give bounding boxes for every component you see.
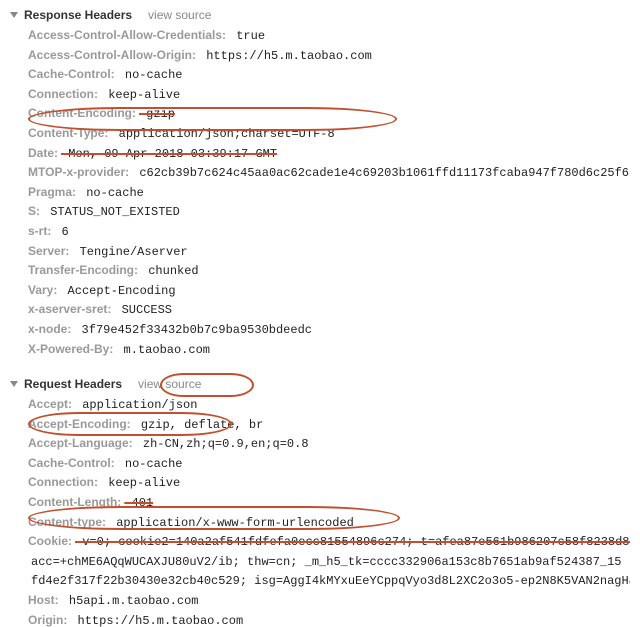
header-key: Connection: xyxy=(28,87,98,101)
request-headers-section: Request Headers view source Accept: appl… xyxy=(10,377,630,627)
header-row: Transfer-Encoding: chunked xyxy=(28,261,630,281)
header-key: Pragma: xyxy=(28,185,76,199)
header-value: https://h5.m.taobao.com xyxy=(196,49,372,63)
view-source-link[interactable]: view source xyxy=(138,377,201,391)
header-key: MTOP-x-provider: xyxy=(28,165,129,179)
header-value: c62cb39b7c624c45aa0ac62cade1e4c69203b106… xyxy=(129,166,630,180)
header-row: Cookie: v=0; cookie2=140a2af541fdfefa0ec… xyxy=(28,532,630,552)
header-value: no-cache xyxy=(76,186,144,200)
header-key: Content-Length: xyxy=(28,495,121,509)
header-key: Server: xyxy=(28,244,69,258)
header-value: chunked xyxy=(138,264,199,278)
header-value: no-cache xyxy=(115,457,183,471)
header-value: 401 xyxy=(121,496,153,510)
header-value: application/json xyxy=(72,398,197,412)
header-row: Content-Length: 401 xyxy=(28,493,630,513)
header-row: x-node: 3f79e452f33432b0b7c9ba9530bdeedc xyxy=(28,320,630,340)
response-headers-section: Response Headers view source Access-Cont… xyxy=(10,8,630,359)
header-value: m.taobao.com xyxy=(113,343,210,357)
header-key: Date: xyxy=(28,146,58,160)
header-value: v=0; cookie2=140a2af541fdfefa0ecc8155489… xyxy=(72,535,630,549)
header-value: STATUS_NOT_EXISTED xyxy=(40,205,180,219)
header-row: Connection: keep-alive xyxy=(28,85,630,105)
header-value: fd4e2f317f22b30430e32cb40c529; isg=AggI4… xyxy=(28,574,630,588)
header-key: Cache-Control: xyxy=(28,456,115,470)
header-key: Cookie: xyxy=(28,534,72,548)
header-value: application/x-www-form-urlencoded xyxy=(106,516,354,530)
header-value: gzip, deflate, br xyxy=(131,418,264,432)
header-value: acc=+chME6AQqWUCAXJU80uV2/ib; thw=cn; _m… xyxy=(28,555,622,569)
header-row: Vary: Accept-Encoding xyxy=(28,281,630,301)
header-row: Host: h5api.m.taobao.com xyxy=(28,591,630,611)
header-value: 3f79e452f33432b0b7c9ba9530bdeedc xyxy=(71,323,312,337)
header-key: Content-Type: xyxy=(28,126,108,140)
header-row: Content-Type: application/json;charset=U… xyxy=(28,124,630,144)
header-key: X-Powered-By: xyxy=(28,342,113,356)
header-value: SUCCESS xyxy=(111,303,172,317)
header-value: Tengine/Aserver xyxy=(69,245,187,259)
header-key: Access-Control-Allow-Credentials: xyxy=(28,28,226,42)
header-value: 6 xyxy=(51,225,68,239)
section-title: Request Headers xyxy=(24,377,122,391)
header-key: Access-Control-Allow-Origin: xyxy=(28,48,196,62)
header-row: Server: Tengine/Aserver xyxy=(28,242,630,262)
header-row: Content-Encoding: gzip xyxy=(28,104,630,124)
header-row: s-rt: 6 xyxy=(28,222,630,242)
header-value: keep-alive xyxy=(98,476,180,490)
header-row: Origin: https://h5.m.taobao.com xyxy=(28,611,630,627)
header-key: Cache-Control: xyxy=(28,67,115,81)
request-headers-list: Accept: application/jsonAccept-Encoding:… xyxy=(10,395,630,627)
header-key: Transfer-Encoding: xyxy=(28,263,138,277)
header-value: https://h5.m.taobao.com xyxy=(67,614,243,627)
chevron-down-icon xyxy=(10,381,18,387)
header-row: X-Powered-By: m.taobao.com xyxy=(28,340,630,360)
request-headers-toggle[interactable]: Request Headers view source xyxy=(10,377,630,391)
header-key: Connection: xyxy=(28,475,98,489)
header-key: Content-type: xyxy=(28,515,106,529)
header-row: x-aserver-sret: SUCCESS xyxy=(28,300,630,320)
header-key: Origin: xyxy=(28,613,67,627)
header-row: MTOP-x-provider: c62cb39b7c624c45aa0ac62… xyxy=(28,163,630,183)
header-value: Accept-Encoding xyxy=(57,284,175,298)
header-value: Mon, 09 Apr 2018 03:39:17 GMT xyxy=(58,147,277,161)
header-value: zh-CN,zh;q=0.9,en;q=0.8 xyxy=(133,437,309,451)
header-key: Content-Encoding: xyxy=(28,106,136,120)
header-row: acc=+chME6AQqWUCAXJU80uV2/ib; thw=cn; _m… xyxy=(28,552,630,572)
header-row: Pragma: no-cache xyxy=(28,183,630,203)
header-key: x-aserver-sret: xyxy=(28,302,111,316)
view-source-link[interactable]: view source xyxy=(148,8,211,22)
header-row: Cache-Control: no-cache xyxy=(28,65,630,85)
header-key: Host: xyxy=(28,593,59,607)
header-row: Connection: keep-alive xyxy=(28,473,630,493)
header-value: h5api.m.taobao.com xyxy=(59,594,199,608)
header-value: keep-alive xyxy=(98,88,180,102)
header-value: true xyxy=(226,29,265,43)
header-key: s-rt: xyxy=(28,224,51,238)
header-key: Accept-Language: xyxy=(28,436,133,450)
header-value: application/json;charset=UTF-8 xyxy=(108,127,334,141)
section-title: Response Headers xyxy=(24,8,132,22)
chevron-down-icon xyxy=(10,12,18,18)
header-value: gzip xyxy=(136,107,175,121)
header-row: Content-type: application/x-www-form-url… xyxy=(28,513,630,533)
header-row: Cache-Control: no-cache xyxy=(28,454,630,474)
header-key: S: xyxy=(28,204,40,218)
header-row: fd4e2f317f22b30430e32cb40c529; isg=AggI4… xyxy=(28,571,630,591)
response-headers-list: Access-Control-Allow-Credentials: trueAc… xyxy=(10,26,630,359)
header-row: Accept: application/json xyxy=(28,395,630,415)
header-key: Accept: xyxy=(28,397,72,411)
header-row: S: STATUS_NOT_EXISTED xyxy=(28,202,630,222)
header-key: Accept-Encoding: xyxy=(28,417,131,431)
header-row: Accept-Language: zh-CN,zh;q=0.9,en;q=0.8 xyxy=(28,434,630,454)
header-row: Access-Control-Allow-Origin: https://h5.… xyxy=(28,46,630,66)
header-key: Vary: xyxy=(28,283,57,297)
header-value: no-cache xyxy=(115,68,183,82)
header-row: Access-Control-Allow-Credentials: true xyxy=(28,26,630,46)
header-key: x-node: xyxy=(28,322,71,336)
header-row: Accept-Encoding: gzip, deflate, br xyxy=(28,415,630,435)
response-headers-toggle[interactable]: Response Headers view source xyxy=(10,8,630,22)
header-row: Date: Mon, 09 Apr 2018 03:39:17 GMT xyxy=(28,144,630,164)
